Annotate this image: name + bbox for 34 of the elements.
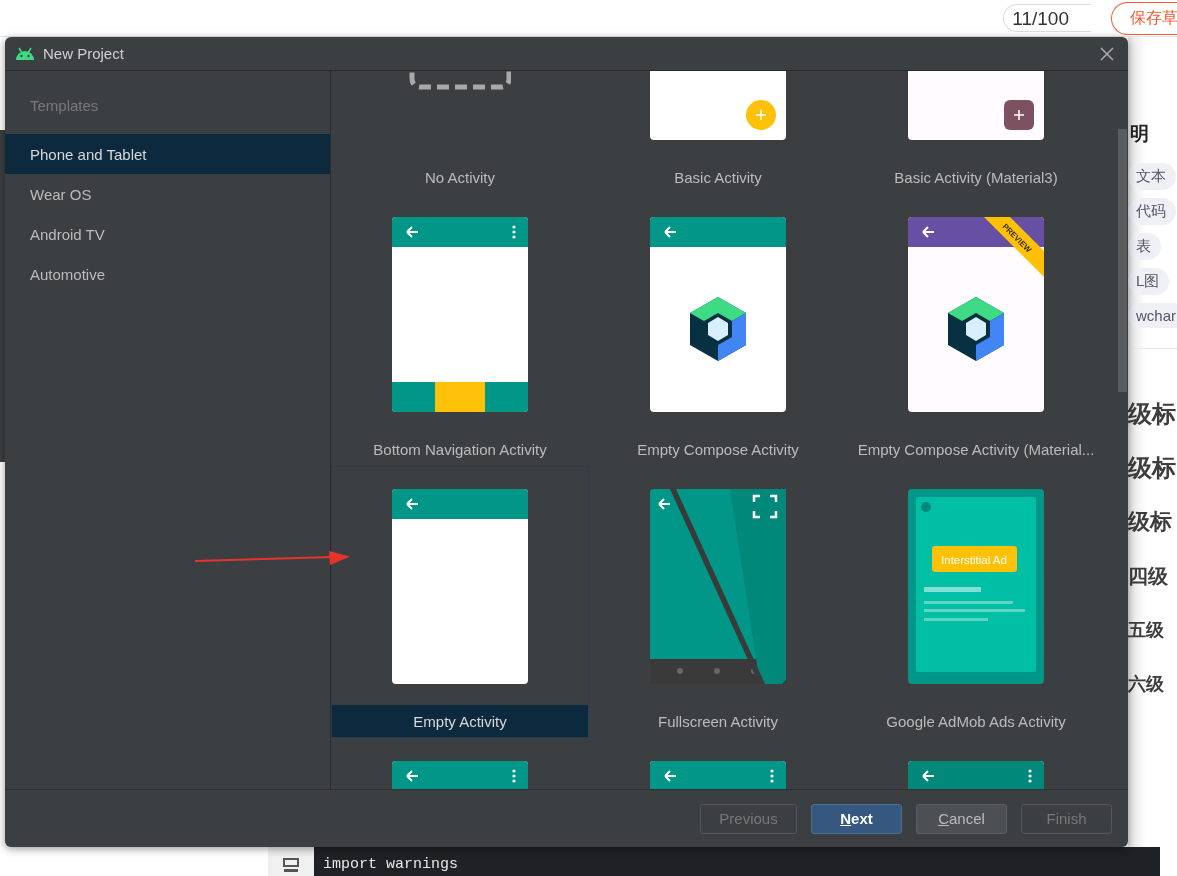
android-icon — [15, 47, 35, 60]
code-line: import warnings — [323, 856, 459, 873]
template-tile[interactable]: Basic Activity (Material3) — [847, 71, 1105, 194]
format-tag[interactable]: 文本 — [1128, 163, 1176, 190]
sidebar-item[interactable]: Automotive — [5, 254, 330, 294]
template-tile[interactable]: No Activity — [331, 71, 589, 194]
window-title: New Project — [43, 45, 125, 62]
heading-option[interactable]: 级标 — [1128, 495, 1172, 549]
sidebar-item[interactable]: Phone and Tablet — [5, 134, 330, 174]
format-tag[interactable]: wchar — [1128, 303, 1177, 328]
scrollbar-thumb[interactable] — [1118, 129, 1127, 392]
template-tile[interactable]: Basic Activity — [589, 71, 847, 194]
format-tag[interactable]: 代码 — [1128, 198, 1176, 225]
template-tile[interactable]: Bottom Navigation Activity — [331, 194, 589, 466]
dialog-button[interactable]: Next — [811, 803, 902, 834]
sidebar-item[interactable]: Wear OS — [5, 174, 330, 214]
close-icon — [1100, 46, 1114, 61]
heading-option[interactable]: 级标 — [1128, 387, 1176, 441]
heading-option[interactable]: 级标 — [1128, 441, 1176, 495]
section-heading: 明 — [1129, 122, 1149, 146]
template-tile[interactable]: Empty Activity — [331, 466, 589, 738]
heading-option[interactable]: 四级 — [1128, 549, 1168, 603]
sidebar-header: Templates — [29, 97, 100, 116]
format-tag[interactable]: L图 — [1128, 268, 1170, 295]
template-tile[interactable]: Empty Compose Activity — [589, 194, 847, 466]
heading-option[interactable]: 五级 — [1128, 603, 1164, 657]
template-tile[interactable]: Interstitial Ad Google AdMob Ads Activity — [847, 466, 1105, 738]
ad-label: Interstitial Ad — [941, 554, 1007, 566]
heading-option[interactable]: 六级 — [1128, 657, 1164, 711]
panel-icon[interactable] — [283, 857, 299, 873]
dialog-button[interactable]: Cancel — [916, 803, 1007, 834]
format-tag[interactable]: 表 — [1128, 233, 1161, 260]
sidebar-item[interactable]: Android TV — [5, 214, 330, 254]
template-tile[interactable]: Fullscreen Activity — [589, 466, 847, 738]
